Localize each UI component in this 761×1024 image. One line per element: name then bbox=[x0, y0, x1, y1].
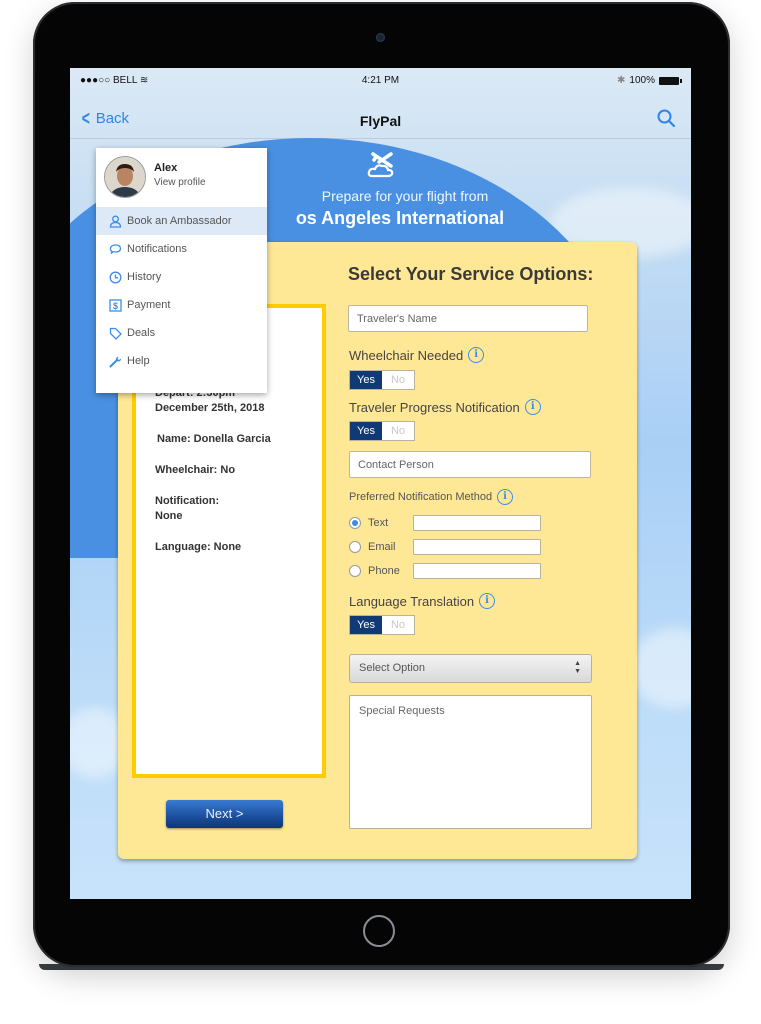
next-button[interactable]: Next > bbox=[166, 800, 283, 828]
home-button[interactable] bbox=[363, 915, 395, 947]
method-option-text[interactable]: Text bbox=[349, 515, 541, 531]
language-label-text: Language Translation bbox=[349, 593, 475, 609]
airport-name: os Angeles International bbox=[295, 208, 505, 228]
menu-item-payment[interactable]: $ Payment bbox=[96, 291, 267, 319]
radio-label: Email bbox=[368, 541, 396, 553]
toggle-no[interactable]: No bbox=[382, 422, 414, 440]
avatar[interactable] bbox=[104, 156, 146, 198]
menu-item-label: Book an Ambassador bbox=[127, 215, 232, 227]
language-toggle[interactable]: Yes No bbox=[349, 615, 415, 635]
battery-area: ✱ 100% bbox=[617, 75, 682, 86]
wheelchair-label: Wheelchair Needed i bbox=[349, 347, 485, 363]
special-requests-textarea[interactable]: Special Requests bbox=[349, 695, 592, 829]
toggle-yes[interactable]: Yes bbox=[350, 616, 382, 634]
notification-value: None bbox=[155, 510, 183, 522]
view-profile-link[interactable]: View profile bbox=[154, 177, 206, 188]
cloud-decoration bbox=[630, 628, 691, 708]
toggle-no[interactable]: No bbox=[382, 371, 414, 389]
method-option-email[interactable]: Email bbox=[349, 539, 541, 555]
avatar-image bbox=[105, 157, 145, 197]
user-name: Alex bbox=[154, 162, 178, 174]
dollar-icon: $ bbox=[109, 298, 122, 312]
clock: 4:21 PM bbox=[361, 75, 400, 86]
depart-date: December 25th, 2018 bbox=[155, 402, 265, 414]
method-option-phone[interactable]: Phone bbox=[349, 563, 541, 579]
info-icon[interactable]: i bbox=[468, 347, 485, 363]
wheelchair-value: Wheelchair: No bbox=[155, 464, 236, 476]
select-arrows-icon: ▲ ▼ bbox=[574, 660, 581, 675]
phone-input[interactable] bbox=[413, 563, 541, 579]
plane-cloud-icon bbox=[367, 152, 394, 178]
info-icon[interactable]: i bbox=[524, 399, 541, 415]
traveler-name-input[interactable]: Traveler's Name bbox=[348, 305, 588, 332]
language-value: Language: None bbox=[155, 541, 242, 553]
select-value: Select Option bbox=[359, 662, 426, 674]
menu-item-help[interactable]: Help bbox=[96, 347, 267, 375]
profile-header[interactable]: Alex View profile bbox=[96, 148, 267, 205]
menu-item-label: Help bbox=[127, 355, 150, 367]
chat-bubble-icon bbox=[109, 243, 122, 254]
svg-text:$: $ bbox=[113, 301, 118, 311]
tag-icon bbox=[109, 327, 122, 340]
screen: ●●●○○ BELL ≋ 4:21 PM ✱ 100% < Back FlyPa… bbox=[70, 68, 691, 899]
radio-label: Phone bbox=[368, 565, 400, 577]
bluetooth-icon: ✱ bbox=[617, 75, 626, 86]
status-bar: ●●●○○ BELL ≋ 4:21 PM ✱ 100% bbox=[70, 68, 691, 94]
app-title: FlyPal bbox=[359, 113, 402, 129]
menu-item-book-ambassador[interactable]: Book an Ambassador bbox=[96, 207, 267, 235]
method-label-text: Preferred Notification Method bbox=[349, 491, 493, 503]
info-icon[interactable]: i bbox=[479, 593, 496, 609]
menu-item-deals[interactable]: Deals bbox=[96, 319, 267, 347]
form-title: Select Your Service Options: bbox=[348, 264, 594, 284]
menu-item-label: Notifications bbox=[127, 243, 187, 255]
clock-icon bbox=[109, 271, 122, 283]
radio-phone[interactable] bbox=[349, 565, 361, 577]
text-number-input[interactable] bbox=[413, 515, 541, 531]
menu-item-label: Deals bbox=[127, 327, 156, 339]
side-menu: Alex View profile Book an Ambassador Not… bbox=[96, 148, 267, 393]
battery-percent: 100% bbox=[629, 75, 655, 86]
email-input[interactable] bbox=[413, 539, 541, 555]
radio-email[interactable] bbox=[349, 541, 361, 553]
toggle-no[interactable]: No bbox=[382, 616, 414, 634]
battery-icon bbox=[659, 76, 682, 85]
wrench-icon bbox=[109, 356, 121, 367]
progress-label-text: Traveler Progress Notification bbox=[349, 399, 520, 415]
wheelchair-toggle[interactable]: Yes No bbox=[349, 370, 415, 390]
language-select[interactable]: Select Option ▲ ▼ bbox=[349, 654, 592, 683]
toggle-yes[interactable]: Yes bbox=[350, 371, 382, 389]
traveler-name-value: Name: Donella Garcia bbox=[157, 433, 271, 445]
contact-person-input[interactable]: Contact Person bbox=[349, 451, 591, 478]
hero-subtitle: Prepare for your flight from bbox=[321, 188, 489, 204]
language-translation-label: Language Translation i bbox=[349, 593, 496, 609]
navigation-bar: < Back FlyPal bbox=[70, 94, 691, 139]
radio-label: Text bbox=[368, 517, 389, 529]
person-icon bbox=[109, 215, 122, 228]
wheelchair-label-text: Wheelchair Needed bbox=[349, 347, 464, 363]
menu-item-label: History bbox=[127, 271, 162, 283]
notification-label: Notification: bbox=[155, 495, 220, 507]
notification-method-label: Preferred Notification Method i bbox=[349, 489, 514, 505]
radio-text[interactable] bbox=[349, 517, 361, 529]
progress-notification-label: Traveler Progress Notification i bbox=[349, 399, 541, 415]
front-camera bbox=[376, 33, 385, 42]
menu-item-notifications[interactable]: Notifications bbox=[96, 235, 267, 263]
menu-item-history[interactable]: History bbox=[96, 263, 267, 291]
toggle-yes[interactable]: Yes bbox=[350, 422, 382, 440]
search-icon[interactable] bbox=[657, 109, 675, 127]
info-icon[interactable]: i bbox=[497, 489, 514, 505]
menu-item-label: Payment bbox=[127, 299, 171, 311]
progress-notification-toggle[interactable]: Yes No bbox=[349, 421, 415, 441]
